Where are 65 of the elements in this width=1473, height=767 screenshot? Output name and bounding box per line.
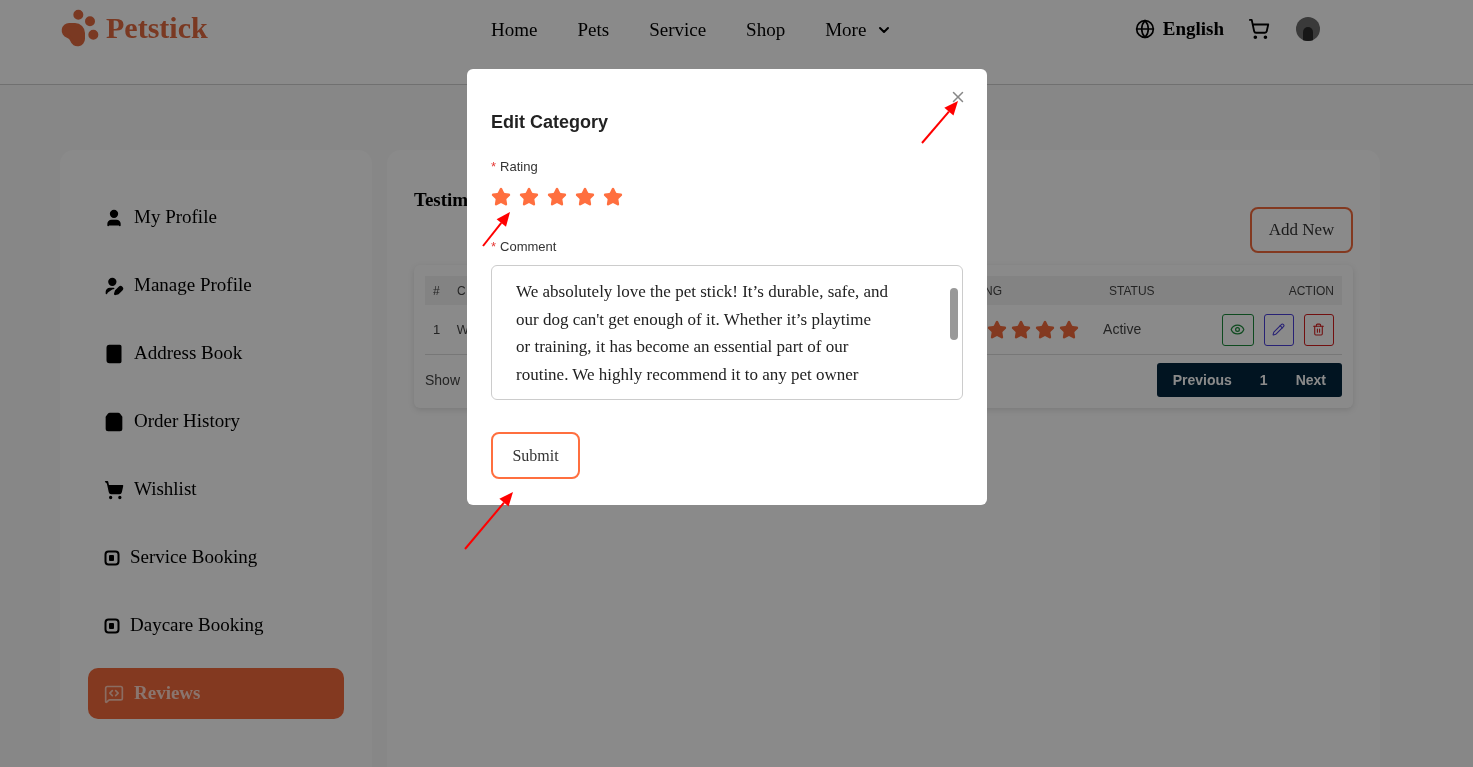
required-mark: * [491,237,497,256]
submit-button[interactable]: Submit [491,432,580,479]
annotation-arrow [921,101,958,144]
nav-link[interactable]: Pets [577,16,610,45]
star-icon[interactable] [547,186,567,207]
sidebar-item[interactable]: Service Booking [88,532,344,583]
nav-link[interactable]: More [825,16,893,45]
star-icon[interactable] [575,186,595,207]
add-new-button[interactable]: Add New [1250,207,1353,253]
comment-text-line: routine. We highly recommend it to any pet owner [516,363,859,386]
status-text: Active [1103,321,1142,337]
column-header: # [433,283,440,298]
sidebar-item[interactable]: Manage Profile [88,260,344,311]
user-edit-icon [104,275,124,296]
star-icon [1059,319,1080,340]
trash-icon [1312,323,1326,336]
globe-icon [1134,19,1155,40]
column-header: C [457,283,466,298]
comment-text-line: or training, it has become an essential part of our [516,336,849,358]
column-header: STATUS [1109,283,1155,298]
annotation-arrow [464,492,513,550]
sidebar-item[interactable]: Daycare Booking [88,600,344,651]
field-label: Rating [500,158,538,176]
page-button[interactable]: 1 [1259,369,1268,391]
star-icon[interactable] [603,186,623,207]
sidebar-item[interactable]: Wishlist [88,464,344,515]
star-icon[interactable] [519,186,539,207]
star-icon [1035,319,1056,340]
delete-button[interactable] [1304,313,1334,346]
square-icon [104,617,120,634]
show-label: Show [425,370,461,390]
next-button[interactable]: Next [1295,369,1326,391]
table-cell: 1 [433,321,441,337]
field-label: Comment [500,237,557,256]
eye-icon [1230,322,1246,337]
required-mark: * [491,158,497,176]
cart-icon [104,479,124,500]
chat-code-icon [104,683,124,704]
star-icon[interactable] [491,186,511,207]
scrollbar [950,288,958,340]
sidebar-item[interactable]: My Profile [88,192,344,243]
brand-name: Petstick [106,13,208,43]
star-icon [987,319,1008,340]
sidebar-item[interactable]: Order History [88,396,344,447]
square-icon [104,549,120,566]
language-button[interactable]: English [1134,15,1224,44]
pencil-icon [1272,323,1286,336]
modal-title: Edit Category [491,111,609,133]
paw-logo-icon [60,8,100,48]
edit-button[interactable] [1264,313,1294,346]
nav-link[interactable]: Home [491,16,538,45]
section-title: Testim [414,188,469,212]
nav-link[interactable]: Shop [746,16,786,45]
column-header: ACTION [1288,283,1334,298]
nav-link[interactable]: Service [649,16,707,45]
comment-textarea[interactable] [491,265,963,400]
comment-text-line: We absolutely love the pet stick! It’s durable, safe, and [516,281,889,303]
comment-text-line: our dog can't get enough of it. Whether it’s playtime [516,308,871,331]
sidebar-item[interactable]: Address Book [88,328,344,379]
user-icon [104,207,124,228]
previous-button[interactable]: Previous [1172,369,1232,391]
star-icon [1011,319,1032,340]
cart-icon[interactable] [1248,18,1270,41]
avatar[interactable] [1296,17,1320,42]
view-button[interactable] [1222,313,1254,346]
